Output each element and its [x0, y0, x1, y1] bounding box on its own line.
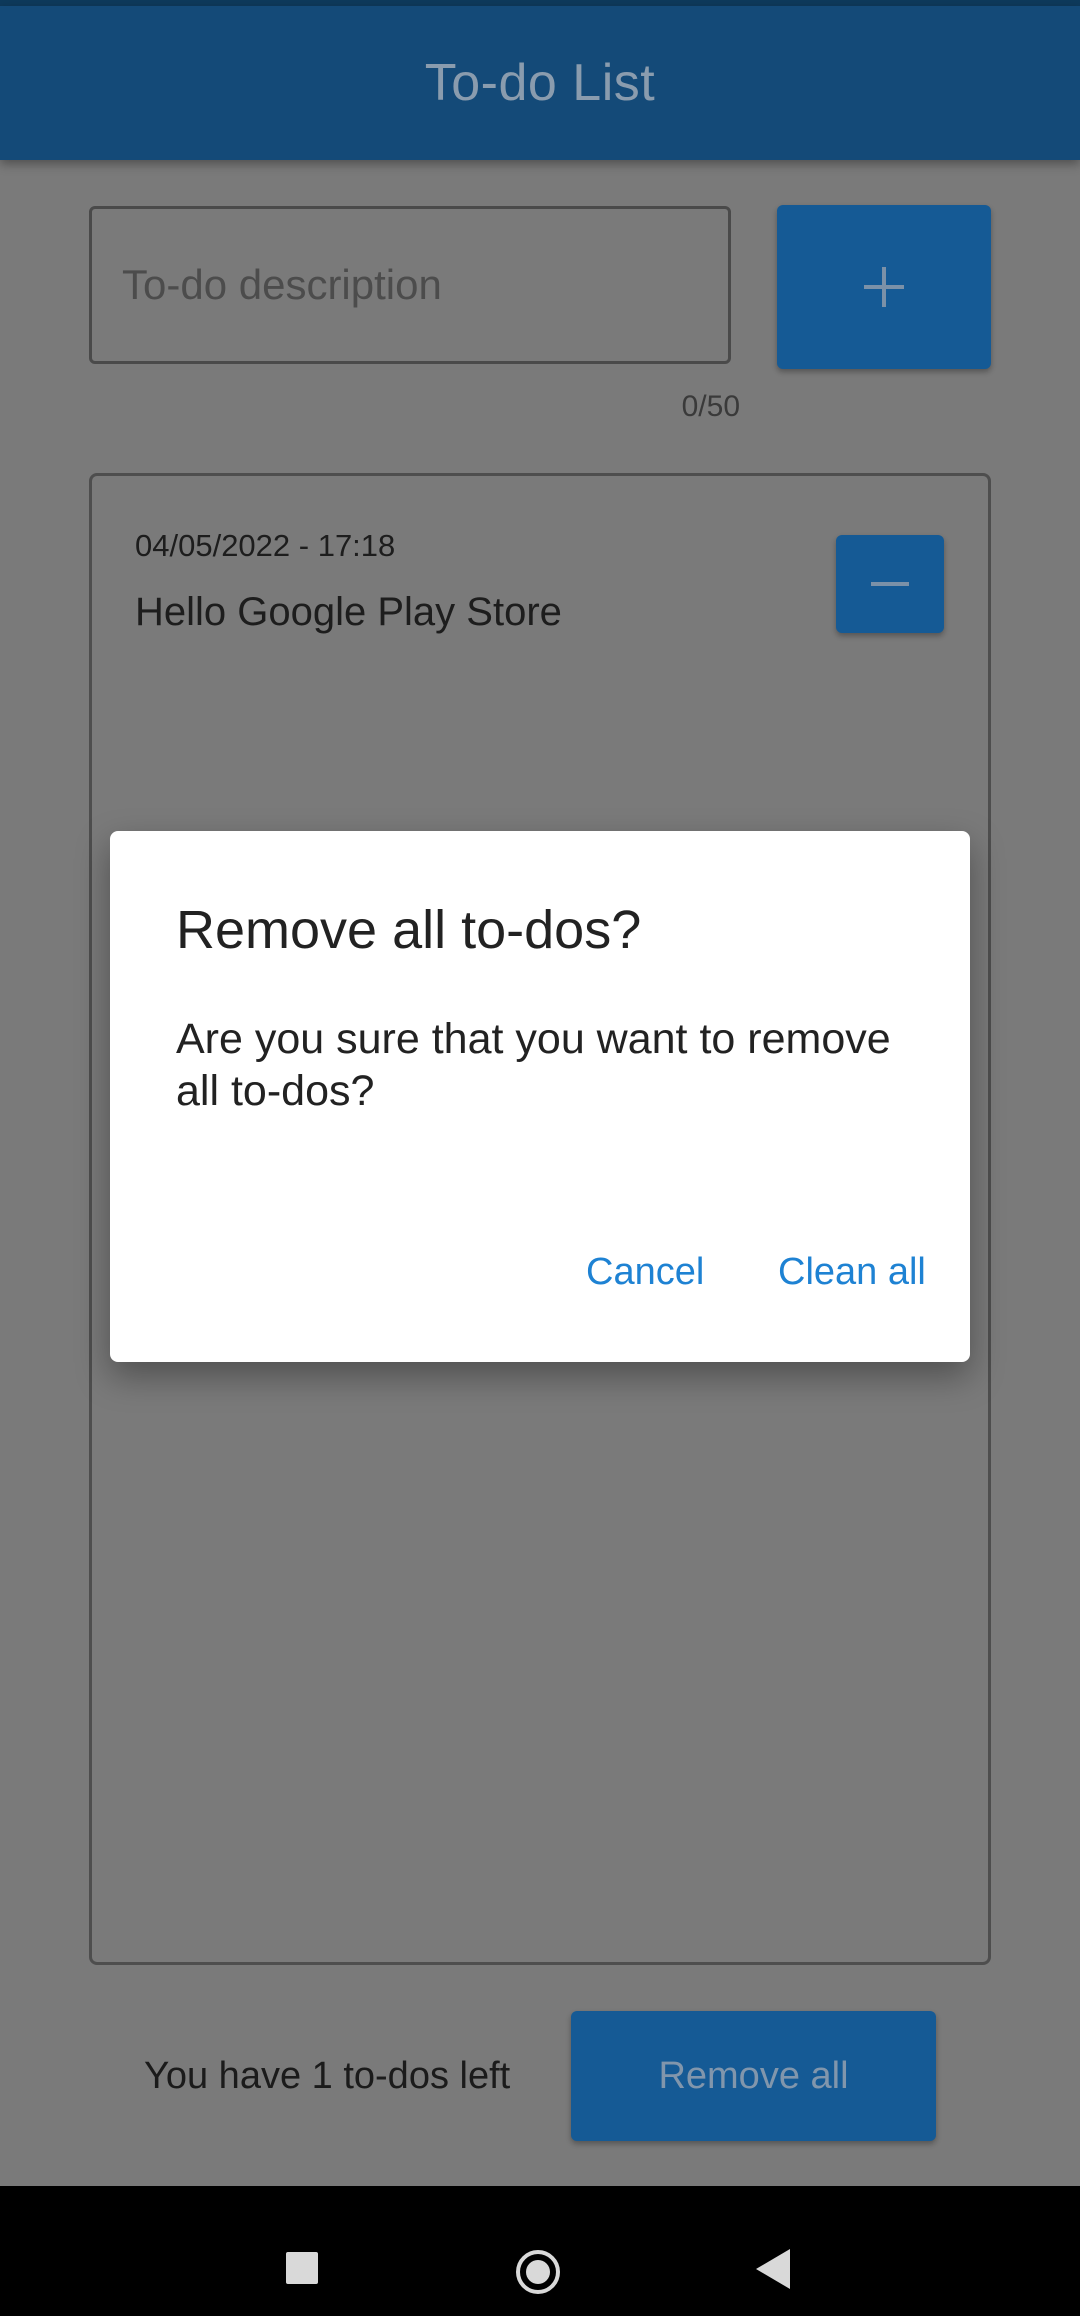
plus-icon	[864, 267, 904, 307]
app-bar: To-do List	[0, 6, 1080, 160]
minus-icon	[871, 582, 909, 586]
remove-all-button[interactable]: Remove all	[571, 2011, 936, 2141]
circle-icon[interactable]	[516, 2250, 560, 2294]
add-todo-button[interactable]	[777, 205, 991, 369]
cancel-button[interactable]: Cancel	[586, 1251, 704, 1294]
dialog-message: Are you sure that you want to remove all…	[176, 1015, 891, 1115]
app-title: To-do List	[424, 54, 656, 112]
confirm-dialog: Remove all to-dos? Are you sure that you…	[110, 831, 970, 1362]
todos-left-text: You have 1 to-dos left	[144, 2055, 511, 2097]
todo-description-input[interactable]	[89, 206, 731, 364]
todo-date: 04/05/2022 - 17:18	[135, 528, 396, 563]
dialog-title: Remove all to-dos?	[176, 900, 642, 960]
remove-todo-button[interactable]	[836, 535, 944, 633]
triangle-back-icon[interactable]	[756, 2249, 790, 2289]
square-icon[interactable]	[286, 2252, 318, 2284]
todo-text: Hello Google Play Store	[135, 590, 562, 634]
navigation-bar	[0, 2186, 1080, 2316]
character-counter: 0/50	[681, 390, 740, 423]
clean-all-button[interactable]: Clean all	[778, 1251, 926, 1294]
